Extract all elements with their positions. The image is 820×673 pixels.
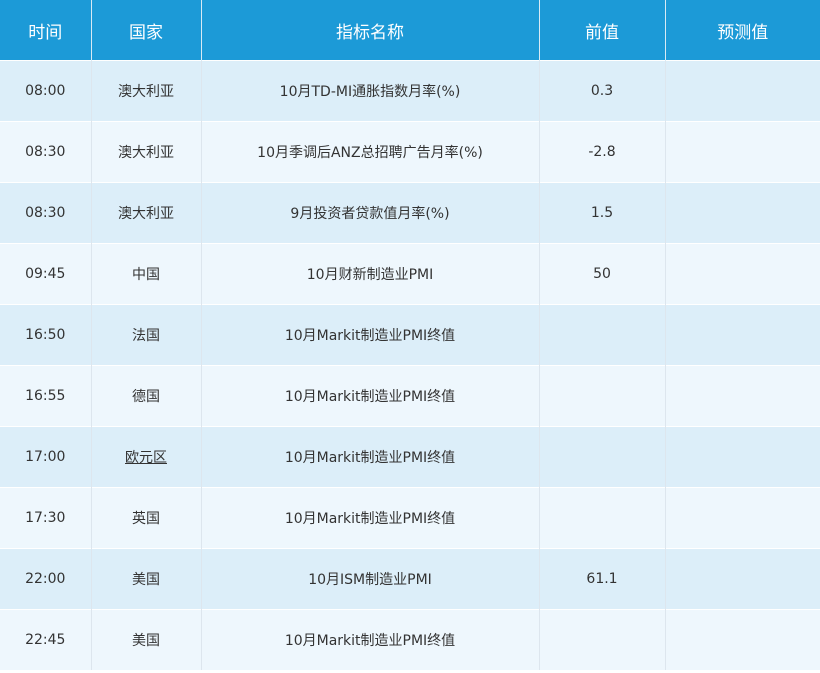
- cell-forecast: [664, 182, 820, 244]
- cell-forecast: [664, 365, 820, 427]
- table-row: 08:00 澳大利亚 10月TD-MI通胀指数月率(%) 0.3: [0, 60, 820, 122]
- cell-indicator: 10月季调后ANZ总招聘广告月率(%): [200, 121, 539, 183]
- cell-forecast: [664, 548, 820, 610]
- table-row: 16:50 法国 10月Markit制造业PMI终值: [0, 304, 820, 366]
- header-forecast: 预测值: [664, 0, 820, 61]
- header-previous: 前值: [538, 0, 665, 61]
- cell-indicator: 10月TD-MI通胀指数月率(%): [200, 60, 539, 122]
- table-row: 17:00 欧元区 10月Markit制造业PMI终值: [0, 426, 820, 488]
- cell-country: 澳大利亚: [90, 60, 201, 122]
- cell-forecast: [664, 426, 820, 488]
- cell-indicator: 10月Markit制造业PMI终值: [200, 365, 539, 427]
- cell-forecast: [664, 60, 820, 122]
- table-row: 08:30 澳大利亚 10月季调后ANZ总招聘广告月率(%) -2.8: [0, 121, 820, 183]
- table-row: 08:30 澳大利亚 9月投资者贷款值月率(%) 1.5: [0, 182, 820, 244]
- cell-forecast: [664, 609, 820, 670]
- economic-calendar-table: 时间 国家 指标名称 前值 预测值 08:00 澳大利亚 10月TD-MI通胀指…: [0, 0, 820, 670]
- cell-time: 08:00: [0, 60, 91, 122]
- cell-country: 法国: [90, 304, 201, 366]
- cell-previous: [538, 609, 665, 670]
- cell-indicator: 10月财新制造业PMI: [200, 243, 539, 305]
- table-body: 08:00 澳大利亚 10月TD-MI通胀指数月率(%) 0.3 08:30 澳…: [0, 60, 820, 670]
- cell-previous: 1.5: [538, 182, 665, 244]
- cell-time: 08:30: [0, 121, 91, 183]
- table-header: 时间 国家 指标名称 前值 预测值: [0, 0, 820, 61]
- cell-previous: 50: [538, 243, 665, 305]
- cell-country: 美国: [90, 548, 201, 610]
- cell-forecast: [664, 243, 820, 305]
- table-row: 22:00 美国 10月ISM制造业PMI 61.1: [0, 548, 820, 610]
- cell-time: 16:50: [0, 304, 91, 366]
- cell-previous: 0.3: [538, 60, 665, 122]
- cell-previous: [538, 304, 665, 366]
- cell-previous: 61.1: [538, 548, 665, 610]
- cell-time: 16:55: [0, 365, 91, 427]
- cell-previous: [538, 365, 665, 427]
- cell-indicator: 10月Markit制造业PMI终值: [200, 487, 539, 549]
- header-row: 时间 国家 指标名称 前值 预测值: [0, 0, 820, 61]
- cell-country: 美国: [90, 609, 201, 670]
- cell-indicator: 10月Markit制造业PMI终值: [200, 426, 539, 488]
- cell-forecast: [664, 304, 820, 366]
- table-row: 16:55 德国 10月Markit制造业PMI终值: [0, 365, 820, 427]
- country-link-eurozone[interactable]: 欧元区: [125, 450, 167, 466]
- cell-forecast: [664, 487, 820, 549]
- cell-indicator: 10月ISM制造业PMI: [200, 548, 539, 610]
- cell-indicator: 9月投资者贷款值月率(%): [200, 182, 539, 244]
- cell-previous: [538, 487, 665, 549]
- cell-time: 22:45: [0, 609, 91, 670]
- cell-country: 德国: [90, 365, 201, 427]
- cell-country: 中国: [90, 243, 201, 305]
- cell-country: 澳大利亚: [90, 182, 201, 244]
- cell-forecast: [664, 121, 820, 183]
- cell-indicator: 10月Markit制造业PMI终值: [200, 304, 539, 366]
- table-row: 22:45 美国 10月Markit制造业PMI终值: [0, 609, 820, 670]
- header-time: 时间: [0, 0, 91, 61]
- cell-time: 17:30: [0, 487, 91, 549]
- header-indicator: 指标名称: [200, 0, 539, 61]
- header-country: 国家: [90, 0, 201, 61]
- cell-country: 英国: [90, 487, 201, 549]
- table-row: 09:45 中国 10月财新制造业PMI 50: [0, 243, 820, 305]
- cell-time: 17:00: [0, 426, 91, 488]
- cell-country: 欧元区: [90, 426, 201, 488]
- table-row: 17:30 英国 10月Markit制造业PMI终值: [0, 487, 820, 549]
- cell-time: 22:00: [0, 548, 91, 610]
- cell-time: 09:45: [0, 243, 91, 305]
- cell-previous: [538, 426, 665, 488]
- cell-time: 08:30: [0, 182, 91, 244]
- cell-indicator: 10月Markit制造业PMI终值: [200, 609, 539, 670]
- cell-previous: -2.8: [538, 121, 665, 183]
- cell-country: 澳大利亚: [90, 121, 201, 183]
